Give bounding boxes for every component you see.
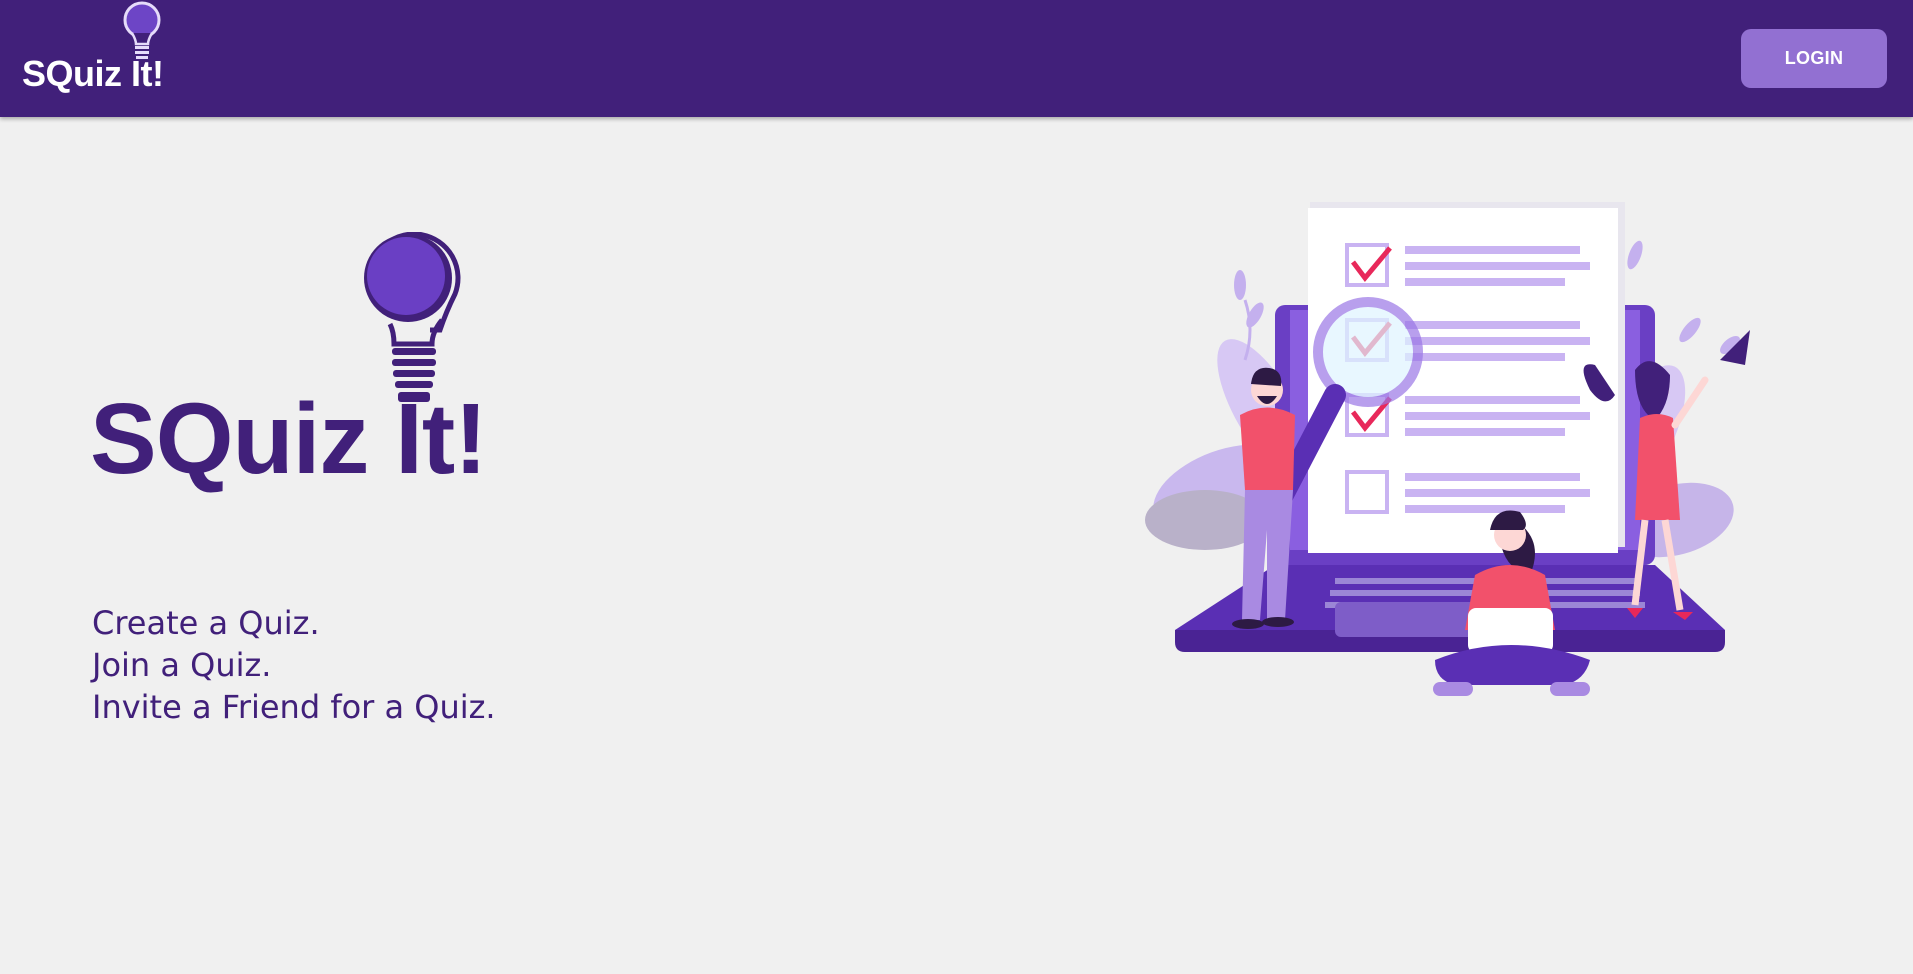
- tagline-create: Create a Quiz.: [92, 604, 320, 642]
- brand-text: SQuiz It!: [22, 53, 164, 94]
- brand-logo[interactable]: SQuiz It!: [22, 0, 182, 100]
- quiz-checklist-illustration: [1145, 202, 1750, 696]
- tagline-invite: Invite a Friend for a Quiz.: [92, 688, 496, 726]
- hero-title: SQuiz It!: [90, 383, 488, 495]
- lightbulb-icon: [364, 232, 461, 402]
- tagline-list: Create a Quiz. Join a Quiz. Invite a Fri…: [92, 602, 496, 728]
- tagline-join: Join a Quiz.: [92, 646, 272, 684]
- hero-logo: SQuiz It!: [90, 230, 510, 495]
- login-button[interactable]: LOGIN: [1741, 29, 1887, 88]
- app-bar: SQuiz It! LOGIN: [0, 0, 1913, 117]
